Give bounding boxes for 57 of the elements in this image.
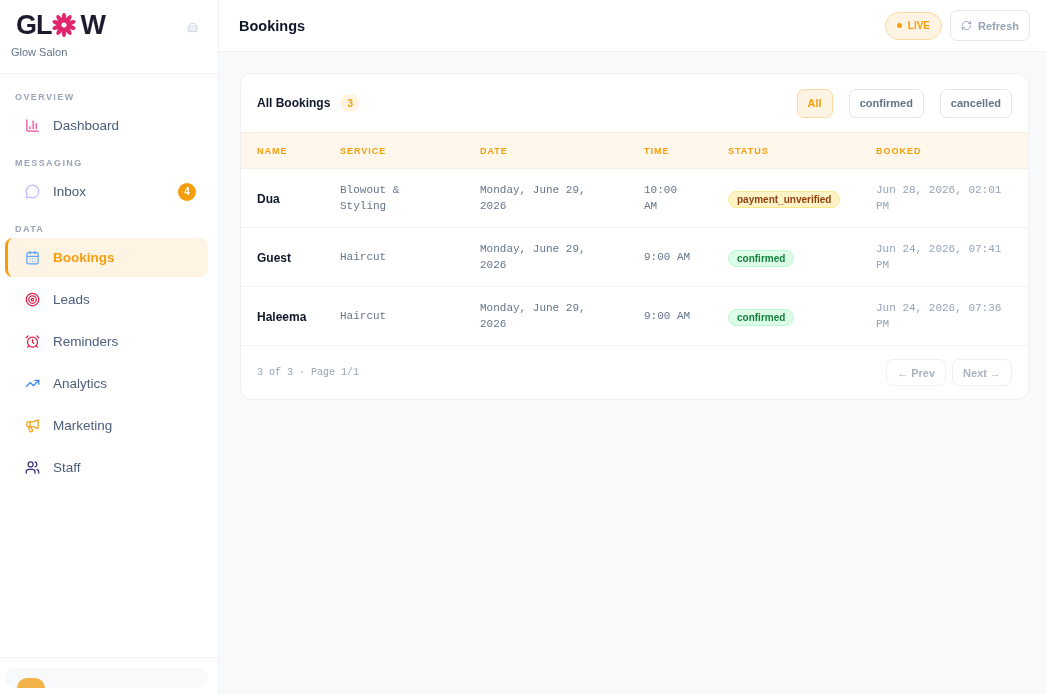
- nav-item[interactable]: Analytics: [5, 364, 208, 403]
- table-cell-text: Haircut: [340, 309, 388, 324]
- table-cell-text: Blowout & Styling: [340, 183, 401, 214]
- filter-button[interactable]: cancelled: [939, 88, 1012, 118]
- table-cell-text: Jun 24, 2026, 07:41 PM: [876, 242, 1003, 273]
- live-indicator: LIVE: [884, 11, 943, 40]
- logo-text: GL: [15, 12, 52, 38]
- building-icon[interactable]: [187, 22, 198, 33]
- refresh-icon: [961, 20, 973, 31]
- table-cell-text: 9:00 AM: [644, 309, 692, 324]
- table-cell: Dua: [257, 192, 280, 206]
- target-icon: [25, 292, 40, 307]
- section-title: DATA: [14, 223, 46, 236]
- table-cell-text: Monday, June 29, 2026: [480, 242, 587, 273]
- column-header: NAME: [257, 145, 289, 156]
- table-cell: Haleema: [257, 310, 307, 324]
- bar-chart-icon: [25, 118, 40, 133]
- section-title: MESSAGING: [14, 157, 84, 170]
- flower-icon: [51, 13, 76, 37]
- filter-button[interactable]: confirmed: [848, 88, 924, 118]
- table-cell-text: 10:00 AM: [644, 183, 678, 214]
- section-title: OVERVIEW: [14, 91, 76, 104]
- table-cell-text: Monday, June 29, 2026: [480, 301, 587, 332]
- nav-item[interactable]: Inbox 4: [5, 172, 208, 211]
- nav-item[interactable]: Marketing: [5, 406, 208, 445]
- profile-card[interactable]: [5, 668, 208, 688]
- avatar: [17, 678, 45, 688]
- table-cell-text: Monday, June 29, 2026: [480, 183, 587, 214]
- column-header: BOOKED: [876, 145, 923, 156]
- speech-bubble-icon: [25, 184, 40, 199]
- card-title: All Bookings: [257, 96, 331, 110]
- column-header: TIME: [644, 145, 671, 156]
- alarm-clock-icon: [25, 334, 40, 349]
- column-header: SERVICE: [340, 145, 388, 156]
- table-cell-text: Jun 24, 2026, 07:36 PM: [876, 301, 1003, 332]
- nav-item[interactable]: Leads: [5, 280, 208, 319]
- page-summary: 3 of 3 · Page 1/1: [257, 367, 361, 378]
- megaphone-icon: [25, 418, 40, 433]
- logo-text: W: [79, 12, 105, 38]
- nav-item[interactable]: Reminders: [5, 322, 208, 361]
- status-badge: confirmed: [728, 308, 795, 326]
- table-cell-text: Haircut: [340, 250, 388, 265]
- column-header: DATE: [480, 145, 509, 156]
- calendar-icon: [25, 250, 40, 265]
- table-cell: Guest: [257, 251, 291, 265]
- status-badge: confirmed: [728, 249, 795, 267]
- table-cell-text: Jun 28, 2026, 02:01 PM: [876, 183, 1003, 214]
- salon-name: Glow Salon: [11, 46, 69, 58]
- count-badge: 4: [178, 182, 196, 201]
- page-title: Bookings: [239, 17, 307, 34]
- nav-item[interactable]: Staff: [5, 448, 208, 487]
- nav-item[interactable]: Dashboard: [5, 106, 208, 145]
- count-badge: 3: [340, 94, 361, 112]
- people-icon: [25, 460, 40, 475]
- table-cell-text: 9:00 AM: [644, 250, 692, 265]
- status-badge: payment_unverified: [728, 190, 841, 208]
- column-header: STATUS: [728, 145, 770, 156]
